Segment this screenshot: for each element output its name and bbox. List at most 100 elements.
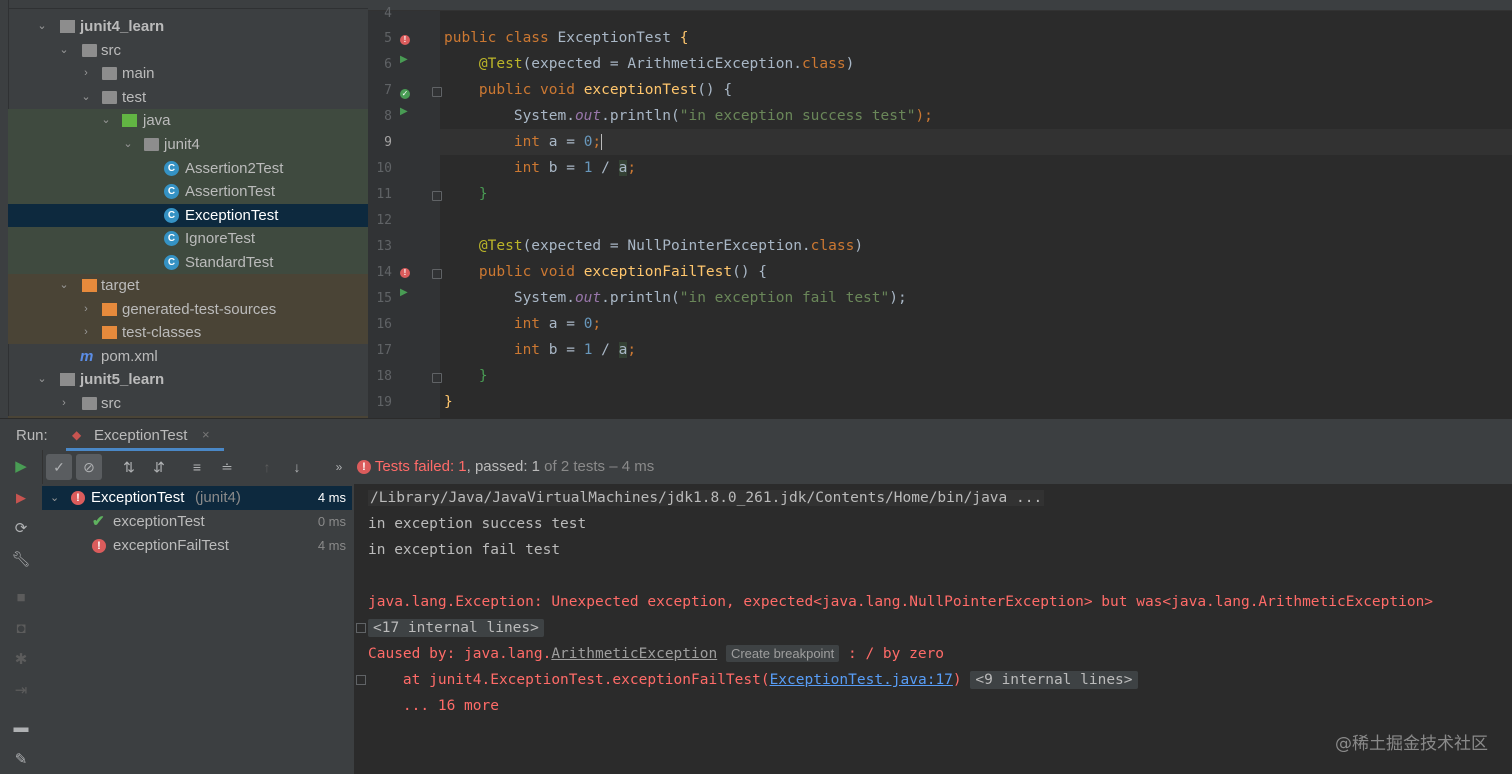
test-time: 0 ms: [317, 514, 346, 529]
run-passed-gutter-icon[interactable]: ✓▶: [400, 83, 416, 117]
tree-item-generated-test-sources[interactable]: › generated-test-sources: [8, 298, 368, 322]
camera-icon[interactable]: ◘: [11, 619, 31, 639]
rerun-failed-icon[interactable]: ▶: [11, 488, 31, 508]
tree-item-label: src: [101, 395, 121, 412]
chevron-right-icon[interactable]: ›: [58, 392, 70, 416]
internal-lines-badge[interactable]: <17 internal lines>: [368, 619, 544, 637]
test-suffix: (junit4): [195, 489, 241, 506]
show-passed-button[interactable]: ✓: [46, 454, 72, 480]
tree-item-assertion2test[interactable]: C Assertion2Test: [8, 157, 368, 181]
editor-tabs[interactable]: [368, 0, 1512, 11]
tree-item-assertiontest[interactable]: C AssertionTest: [8, 180, 368, 204]
chevron-down-icon[interactable]: ⌄: [50, 486, 59, 510]
chevron-down-icon[interactable]: ⌄: [58, 274, 70, 298]
chevron-right-icon[interactable]: ›: [80, 62, 92, 86]
tab-exceptiontest[interactable]: ◆ ExceptionTest ×: [66, 419, 224, 451]
arrow-up-icon[interactable]: ↑: [254, 454, 280, 480]
code-line-9: int a = 0;: [444, 134, 603, 150]
sort-alpha-button[interactable]: ⇅: [116, 454, 142, 480]
chevron-right-icon[interactable]: ›: [80, 321, 92, 345]
tree-item-src-2[interactable]: › src: [8, 392, 368, 416]
test-row-exceptionfailtest[interactable]: ! exceptionFailTest 4 ms: [42, 534, 352, 558]
toggle-auto-test-icon[interactable]: ⟳: [11, 519, 31, 539]
tree-item-label: junit4: [164, 136, 200, 153]
token-text: /: [592, 160, 619, 176]
create-breakpoint-button[interactable]: Create breakpoint: [725, 645, 840, 662]
code-line-8: System.out.println("in exception success…: [444, 108, 933, 124]
test-row-root[interactable]: ⌄ ! ExceptionTest (junit4) 4 ms: [42, 486, 352, 510]
expand-icon[interactable]: [356, 623, 366, 633]
fold-icon[interactable]: [432, 87, 442, 97]
tree-item-pom[interactable]: m pom.xml: [8, 345, 368, 369]
token-text: () {: [732, 264, 768, 280]
sort-duration-button[interactable]: ⇵: [146, 454, 172, 480]
console-output[interactable]: /Library/Java/JavaVirtualMachines/jdk1.8…: [354, 484, 1512, 774]
chevron-down-icon[interactable]: ⌄: [58, 39, 70, 63]
collapse-all-button[interactable]: ≐: [214, 454, 240, 480]
chevron-down-icon[interactable]: ⌄: [100, 109, 112, 133]
tree-item-junit4-learn[interactable]: ⌄ junit4_learn: [8, 15, 368, 39]
fold-icon[interactable]: [432, 191, 442, 201]
rerun-icon[interactable]: ▶: [11, 457, 31, 477]
tree-item-exceptiontest[interactable]: C ExceptionTest: [8, 204, 368, 228]
expand-icon[interactable]: [356, 675, 366, 685]
stop-icon[interactable]: ■: [11, 588, 31, 608]
chevron-down-icon[interactable]: ⌄: [36, 368, 48, 392]
test-row-exceptiontest[interactable]: ✔ exceptionTest 0 ms: [42, 510, 352, 534]
show-ignored-button[interactable]: ⊘: [76, 454, 102, 480]
chevron-down-icon[interactable]: ⌄: [36, 15, 48, 39]
wrench-icon[interactable]: 🔧︎: [11, 550, 31, 570]
console-more: ... 16 more: [368, 698, 499, 714]
exception-class-link[interactable]: ArithmeticException: [551, 646, 717, 662]
fold-icon[interactable]: [432, 269, 442, 279]
close-icon[interactable]: ×: [202, 427, 210, 442]
token-text: a =: [548, 316, 584, 332]
expand-all-button[interactable]: ≡: [184, 454, 210, 480]
caused-suffix: : / by zero: [839, 646, 945, 662]
debug-icon[interactable]: ✱: [11, 650, 31, 670]
arrow-down-icon[interactable]: ↓: [284, 454, 310, 480]
exit-icon[interactable]: ⇥: [11, 681, 31, 701]
run-failed-gutter-icon[interactable]: !▶: [400, 31, 416, 65]
more-icon[interactable]: »: [326, 454, 352, 480]
tree-item-label: AssertionTest: [185, 183, 276, 200]
tree-item-test-classes[interactable]: › test-classes: [8, 321, 368, 345]
tree-item-standardtest[interactable]: C StandardTest: [8, 251, 368, 275]
run-failed-gutter-icon[interactable]: !▶: [400, 264, 416, 298]
console-command-line[interactable]: /Library/Java/JavaVirtualMachines/jdk1.8…: [368, 490, 1045, 506]
tab-label: ExceptionTest: [94, 427, 188, 444]
tree-item-java[interactable]: ⌄ java: [8, 109, 368, 133]
status-passed-label: , passed:: [466, 458, 532, 475]
folder-icon: [82, 397, 97, 410]
tree-item-ignoretest[interactable]: C IgnoreTest: [8, 227, 368, 251]
source-link[interactable]: ExceptionTest.java:17: [770, 672, 953, 688]
console-folded-lines[interactable]: <17 internal lines>: [368, 619, 544, 637]
token-text: b =: [548, 160, 584, 176]
test-class-icon: C: [164, 208, 179, 223]
tree-item-junit4[interactable]: ⌄ junit4: [8, 133, 368, 157]
internal-lines-badge[interactable]: <9 internal lines>: [970, 671, 1138, 689]
chevron-down-icon[interactable]: ⌄: [80, 86, 92, 110]
code-line-15: System.out.println("in exception fail te…: [444, 290, 907, 306]
token-keyword: int: [513, 342, 549, 358]
tree-item-junit5-learn[interactable]: ⌄ junit5_learn: [8, 368, 368, 392]
layout-icon[interactable]: ▬: [11, 718, 31, 738]
error-icon: !: [357, 460, 371, 475]
tree-item-test[interactable]: ⌄ test: [8, 86, 368, 110]
chevron-down-icon[interactable]: ⌄: [122, 133, 134, 157]
code-line-19: }: [444, 394, 453, 410]
pin-icon[interactable]: ✎: [11, 750, 31, 770]
token-text: (expected = ArithmeticException.: [522, 56, 802, 72]
chevron-right-icon[interactable]: ›: [80, 298, 92, 322]
tree-item-target[interactable]: ⌄ target: [8, 274, 368, 298]
token-text: a =: [548, 134, 584, 150]
tree-item-src[interactable]: ⌄ src: [8, 39, 368, 63]
token-text: System.: [513, 108, 575, 124]
tree-item-main[interactable]: › main: [8, 62, 368, 86]
token-text: /: [592, 342, 619, 358]
test-toolbar: ✓ ⊘ ⇅ ⇵ ≡ ≐ ↑ ↓ » ! Tests failed: 1, pas…: [42, 454, 1512, 480]
fold-icon[interactable]: [432, 373, 442, 383]
code-line-13: @Test(expected = NullPointerException.cl…: [444, 238, 863, 254]
folder-icon: [102, 67, 117, 80]
token-text: ;: [627, 160, 637, 176]
